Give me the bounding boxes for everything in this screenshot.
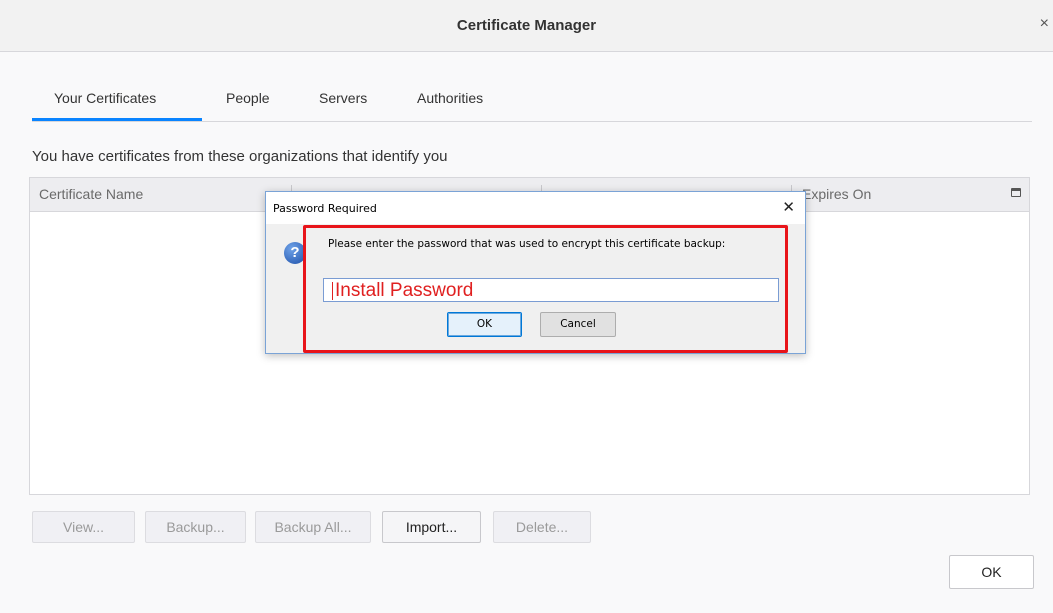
tab-people[interactable]: People — [226, 90, 270, 106]
column-picker-icon[interactable] — [1011, 188, 1021, 197]
selected-tab-indicator — [32, 118, 202, 121]
dialog-title: Password Required — [273, 202, 377, 215]
column-header-expires-on[interactable]: Expires On — [802, 186, 871, 202]
dialog-title-bar: Password Required ✕ — [266, 192, 805, 224]
window-title: Certificate Manager — [456, 17, 597, 34]
tab-authorities[interactable]: Authorities — [417, 90, 483, 106]
tab-bar: Your Certificates People Servers Authori… — [32, 80, 1032, 122]
dialog-close-icon[interactable]: ✕ — [782, 198, 795, 216]
tab-your-certificates[interactable]: Your Certificates — [54, 90, 156, 106]
description-text: You have certificates from these organiz… — [32, 148, 448, 165]
import-button[interactable]: Import... — [382, 511, 481, 543]
close-icon[interactable]: × — [1040, 15, 1049, 33]
column-header-certificate-name[interactable]: Certificate Name — [39, 186, 143, 202]
backup-all-button[interactable]: Backup All... — [255, 511, 371, 543]
title-bar: Certificate Manager × — [0, 0, 1053, 52]
delete-button[interactable]: Delete... — [493, 511, 591, 543]
tab-servers[interactable]: Servers — [319, 90, 367, 106]
backup-button[interactable]: Backup... — [145, 511, 246, 543]
ok-button[interactable]: OK — [949, 555, 1034, 589]
view-button[interactable]: View... — [32, 511, 135, 543]
annotation-highlight-box — [303, 225, 788, 353]
